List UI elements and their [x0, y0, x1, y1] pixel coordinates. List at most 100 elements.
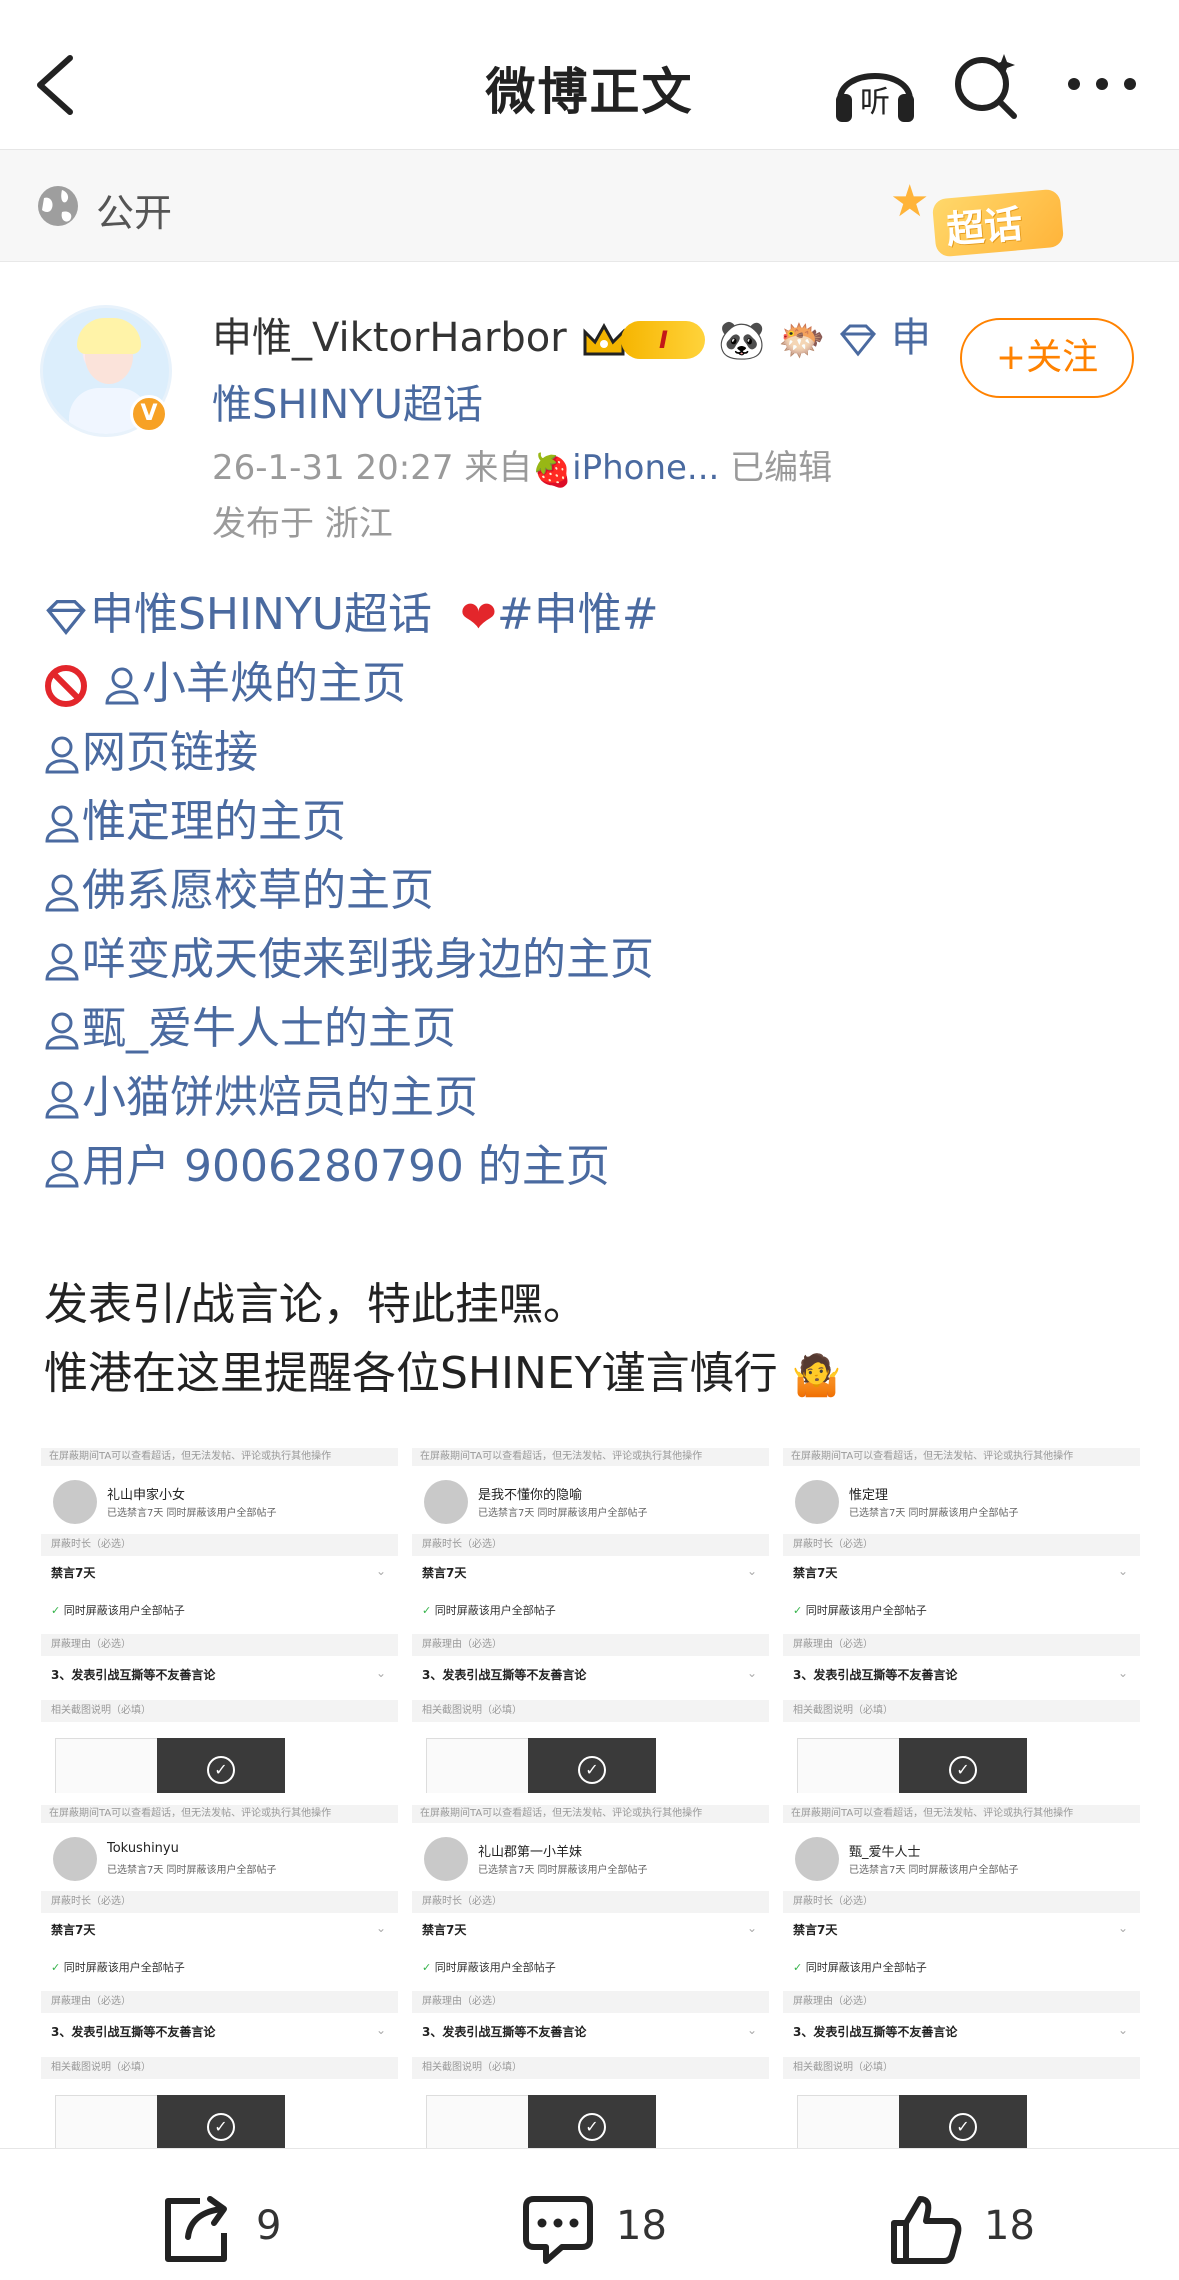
screenshot-also-block-text: 同时屏蔽该用户全部帖子: [805, 1961, 927, 1974]
search-button[interactable]: [952, 52, 1022, 122]
screenshot-user-avatar: [424, 1480, 468, 1524]
screenshot-thumbnail[interactable]: 在屏蔽期间TA可以查看超话，但无法发帖、评论或执行其他操作 礼山郡第一小羊妹 已选禁…: [412, 1805, 769, 2150]
user-icon: [45, 943, 79, 981]
screenshot-header-note: 在屏蔽期间TA可以查看超话，但无法发帖、评论或执行其他操作: [412, 1448, 769, 1466]
screenshot-duration-value: 禁言7天: [422, 1566, 467, 1580]
headphones-icon: 听: [836, 73, 914, 122]
user-icon: [45, 874, 79, 912]
like-button[interactable]: 18: [888, 2193, 1048, 2265]
screenshot-reason-value: 3、发表引战互撕等不友善言论: [51, 1668, 216, 1682]
screenshot-user-name: 礼山申家小女: [107, 1488, 186, 1503]
screenshot-duration-label: 屏蔽时长（必选）: [41, 1891, 398, 1913]
checkmark-icon: ✓: [793, 1604, 806, 1617]
follow-button[interactable]: +关注: [960, 318, 1134, 398]
screenshot-thumbnail[interactable]: 在屏蔽期间TA可以查看超话，但无法发帖、评论或执行其他操作 是我不懂你的隐喻 已选禁…: [412, 1448, 769, 1793]
chevron-down-icon: ⌄: [1117, 1564, 1128, 1578]
screenshot-also-block: ✓ 同时屏蔽该用户全部帖子: [422, 1959, 556, 1975]
chevron-down-icon: ⌄: [375, 1921, 386, 1935]
screenshot-sub-note: 已选禁言7天 同时屏蔽该用户全部帖子: [849, 1865, 1019, 1876]
edited-label[interactable]: 已编辑: [730, 448, 832, 488]
screenshot-duration-label: 屏蔽时长（必选）: [412, 1891, 769, 1913]
user-icon: [45, 1012, 79, 1050]
shrug-emoji-icon: 🤷: [791, 1352, 842, 1399]
chevron-down-icon: ⌄: [746, 2023, 757, 2037]
author-topic-link[interactable]: 惟SHINYU超话: [212, 372, 483, 430]
screenshot-sub-note: 已选禁言7天 同时屏蔽该用户全部帖子: [107, 1865, 277, 1876]
chevron-down-icon: ⌄: [375, 1564, 386, 1578]
screenshot-header-note: 在屏蔽期间TA可以查看超话，但无法发帖、评论或执行其他操作: [412, 1805, 769, 1823]
search-icon: [955, 54, 1017, 119]
user-link[interactable]: 甄_爱牛人士的主页: [82, 1003, 456, 1054]
post-source[interactable]: iPhone...: [572, 448, 719, 488]
fish-icon: 🐡: [778, 317, 826, 362]
user-link[interactable]: 小羊焕的主页: [142, 658, 406, 709]
user-link[interactable]: 小猫饼烘焙员的主页: [82, 1072, 478, 1123]
screenshot-evidence-label: 相关截图说明（必填）: [783, 1700, 1140, 1722]
screenshot-user-name: Tokushinyu: [107, 1841, 179, 1856]
user-icon: [45, 1081, 79, 1119]
globe-icon: [38, 186, 78, 226]
chevron-down-icon: ⌄: [746, 1666, 757, 1680]
screenshot-reason-value: 3、发表引战互撕等不友善言论: [422, 1668, 587, 1682]
repost-count: 9: [256, 2203, 282, 2249]
screenshot-thumbnail[interactable]: 在屏蔽期间TA可以查看超话，但无法发帖、评论或执行其他操作 Tokushinyu 已…: [41, 1805, 398, 2150]
screenshot-reason-label: 屏蔽理由（必选）: [41, 1991, 398, 2013]
screenshot-evidence-label: 相关截图说明（必填）: [783, 2057, 1140, 2079]
screenshot-user-name: 礼山郡第一小羊妹: [478, 1845, 583, 1860]
screenshot-duration-value: 禁言7天: [793, 1923, 838, 1937]
share-icon: [165, 2196, 227, 2262]
content-line: 小猫饼烘焙员的主页: [44, 1063, 1144, 1132]
user-link[interactable]: 惟定理的主页: [82, 796, 346, 847]
screenshot-also-block: ✓ 同时屏蔽该用户全部帖子: [793, 1959, 927, 1975]
source-prefix: 来自: [464, 448, 533, 488]
supertopic-badge[interactable]: ★ 超话: [890, 176, 1080, 262]
screenshot-thumbnail[interactable]: 在屏蔽期间TA可以查看超话，但无法发帖、评论或执行其他操作 甄_爱牛人士 已选禁言7…: [783, 1805, 1140, 2150]
hashtag-link[interactable]: #申惟#: [497, 589, 659, 640]
screenshot-duration-label: 屏蔽时长（必选）: [783, 1534, 1140, 1556]
screenshot-dialog: [55, 1738, 165, 1793]
comment-button[interactable]: 18: [520, 2193, 680, 2265]
screenshot-user-avatar: [53, 1837, 97, 1881]
screenshot-thumbnail[interactable]: 在屏蔽期间TA可以查看超话，但无法发帖、评论或执行其他操作 惟定理 已选禁言7天 同…: [783, 1448, 1140, 1793]
screenshot-thumbnail[interactable]: 在屏蔽期间TA可以查看超话，但无法发帖、评论或执行其他操作 礼山申家小女 已选禁言7…: [41, 1448, 398, 1793]
user-link[interactable]: 佛系愿校草的主页: [82, 865, 434, 916]
user-link[interactable]: 咩变成天使来到我身边的主页: [82, 934, 654, 985]
content-line: 网页链接: [44, 718, 1144, 787]
screenshot-user-name: 是我不懂你的隐喻: [478, 1488, 583, 1503]
screenshot-duration-label: 屏蔽时长（必选）: [412, 1534, 769, 1556]
more-button[interactable]: [1064, 64, 1140, 104]
user-icon: [45, 736, 79, 774]
author-topic-link-head[interactable]: 申: [891, 315, 931, 361]
screenshot-reason-value: 3、发表引战互撕等不友善言论: [422, 2025, 587, 2039]
screenshot-evidence-label: 相关截图说明（必填）: [41, 1700, 398, 1722]
screenshot-also-block: ✓ 同时屏蔽该用户全部帖子: [51, 1602, 185, 1618]
heart-icon: ❤: [446, 591, 497, 643]
content-paragraph: 惟港在这里提醒各位SHINEY谨言慎行 🤷: [44, 1339, 1144, 1408]
screenshot-also-block: ✓ 同时屏蔽该用户全部帖子: [422, 1602, 556, 1618]
content-paragraph-text: 惟港在这里提醒各位SHINEY谨言慎行: [44, 1348, 778, 1399]
check-circle-icon: ✓: [578, 1756, 606, 1784]
user-link[interactable]: 用户 9006280790 的主页: [82, 1141, 610, 1192]
screenshot-duration-value: 禁言7天: [422, 1923, 467, 1937]
strawberry-icon: 🍓: [532, 450, 573, 489]
listen-button[interactable]: 听: [832, 48, 918, 126]
screenshot-duration-label: 屏蔽时长（必选）: [41, 1534, 398, 1556]
supertopic-link[interactable]: 申惟SHINYU超话: [90, 589, 432, 640]
screenshot-user-avatar: [795, 1837, 839, 1881]
web-link[interactable]: 网页链接: [82, 727, 258, 778]
screenshot-user-avatar: [424, 1837, 468, 1881]
screenshot-dialog: [426, 1738, 536, 1793]
screenshot-user-name: 惟定理: [849, 1488, 889, 1503]
visibility-label: 公开: [96, 191, 173, 235]
post-location: 发布于 浙江: [212, 504, 393, 544]
check-circle-icon: ✓: [207, 1756, 235, 1784]
check-circle-icon: ✓: [207, 2113, 235, 2141]
avatar-hair: [77, 318, 141, 354]
comment-icon: [523, 2196, 593, 2264]
screenshot-reason-label: 屏蔽理由（必选）: [412, 1634, 769, 1656]
author-name[interactable]: 申惟_ViktorHarbor: [212, 315, 567, 361]
screenshot-sub-note: 已选禁言7天 同时屏蔽该用户全部帖子: [107, 1508, 277, 1519]
check-circle-icon: ✓: [949, 2113, 977, 2141]
screenshot-evidence-label: 相关截图说明（必填）: [412, 1700, 769, 1722]
repost-button[interactable]: 9: [160, 2193, 300, 2265]
